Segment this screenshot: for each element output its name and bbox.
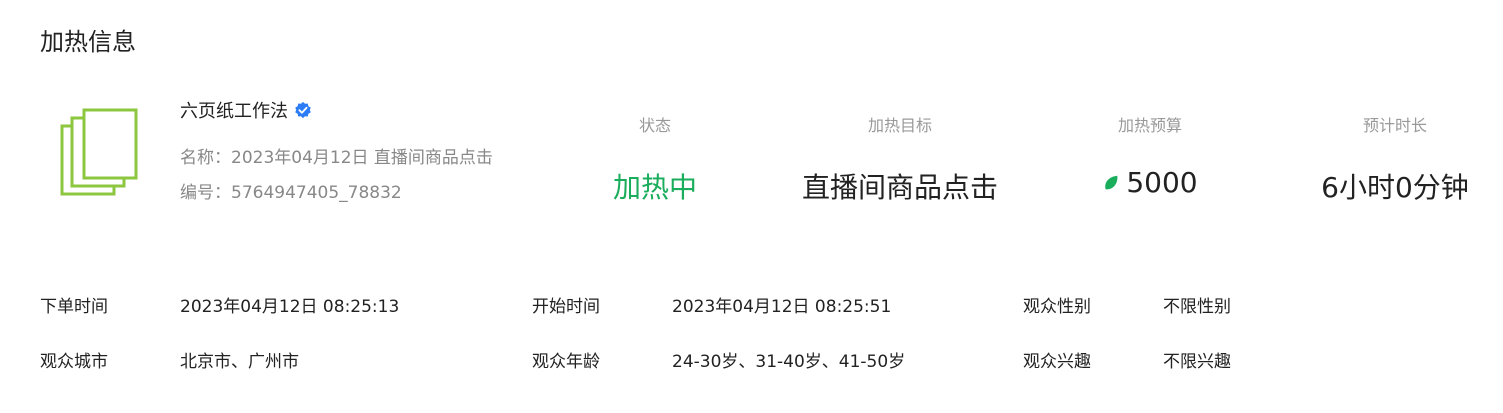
order-time-value: 2023年04月12日 08:25:13 [180, 297, 400, 317]
account-logo-icon [60, 108, 138, 196]
stat-duration-value: 6小时0分钟 [1321, 171, 1469, 204]
stat-budget: 加热预算 5000 [1070, 112, 1230, 199]
stat-status-label: 状态 [638, 116, 671, 135]
stat-goal-label: 加热目标 [867, 116, 932, 135]
stat-budget-value: 5000 [1126, 166, 1198, 199]
account-title-line: 名称：2023年04月12日 直播间商品点击 [180, 148, 493, 168]
verified-badge-icon [295, 101, 311, 119]
stat-status: 状态 加热中 [585, 112, 725, 206]
section-title: 加热信息 [40, 28, 136, 56]
coin-leaf-icon [1105, 175, 1118, 189]
order-time-label: 下单时间 [40, 297, 108, 317]
stat-goal: 加热目标 直播间商品点击 [780, 112, 1020, 206]
stat-budget-row: 5000 [1070, 166, 1230, 199]
stat-goal-value: 直播间商品点击 [801, 171, 998, 204]
stat-duration-label: 预计时长 [1362, 116, 1427, 135]
stat-status-value: 加热中 [612, 171, 697, 204]
audience-interest-value: 不限兴趣 [1163, 352, 1231, 372]
audience-interest-label: 观众兴趣 [1023, 352, 1091, 372]
start-time-label: 开始时间 [532, 297, 600, 317]
account-name-row: 六页纸工作法 [180, 97, 312, 123]
audience-gender-label: 观众性别 [1023, 297, 1091, 317]
audience-age-value: 24-30岁、31-40岁、41-50岁 [672, 352, 906, 372]
audience-city-label: 观众城市 [40, 352, 108, 372]
audience-city-value: 北京市、广州市 [180, 352, 299, 372]
audience-gender-value: 不限性别 [1163, 297, 1231, 317]
account-name: 六页纸工作法 [180, 101, 288, 122]
account-id-line: 编号：5764947405_78832 [180, 183, 402, 203]
audience-age-label: 观众年龄 [532, 352, 600, 372]
start-time-value: 2023年04月12日 08:25:51 [672, 297, 892, 317]
stat-duration: 预计时长 6小时0分钟 [1300, 112, 1490, 206]
stat-budget-label: 加热预算 [1117, 116, 1182, 135]
